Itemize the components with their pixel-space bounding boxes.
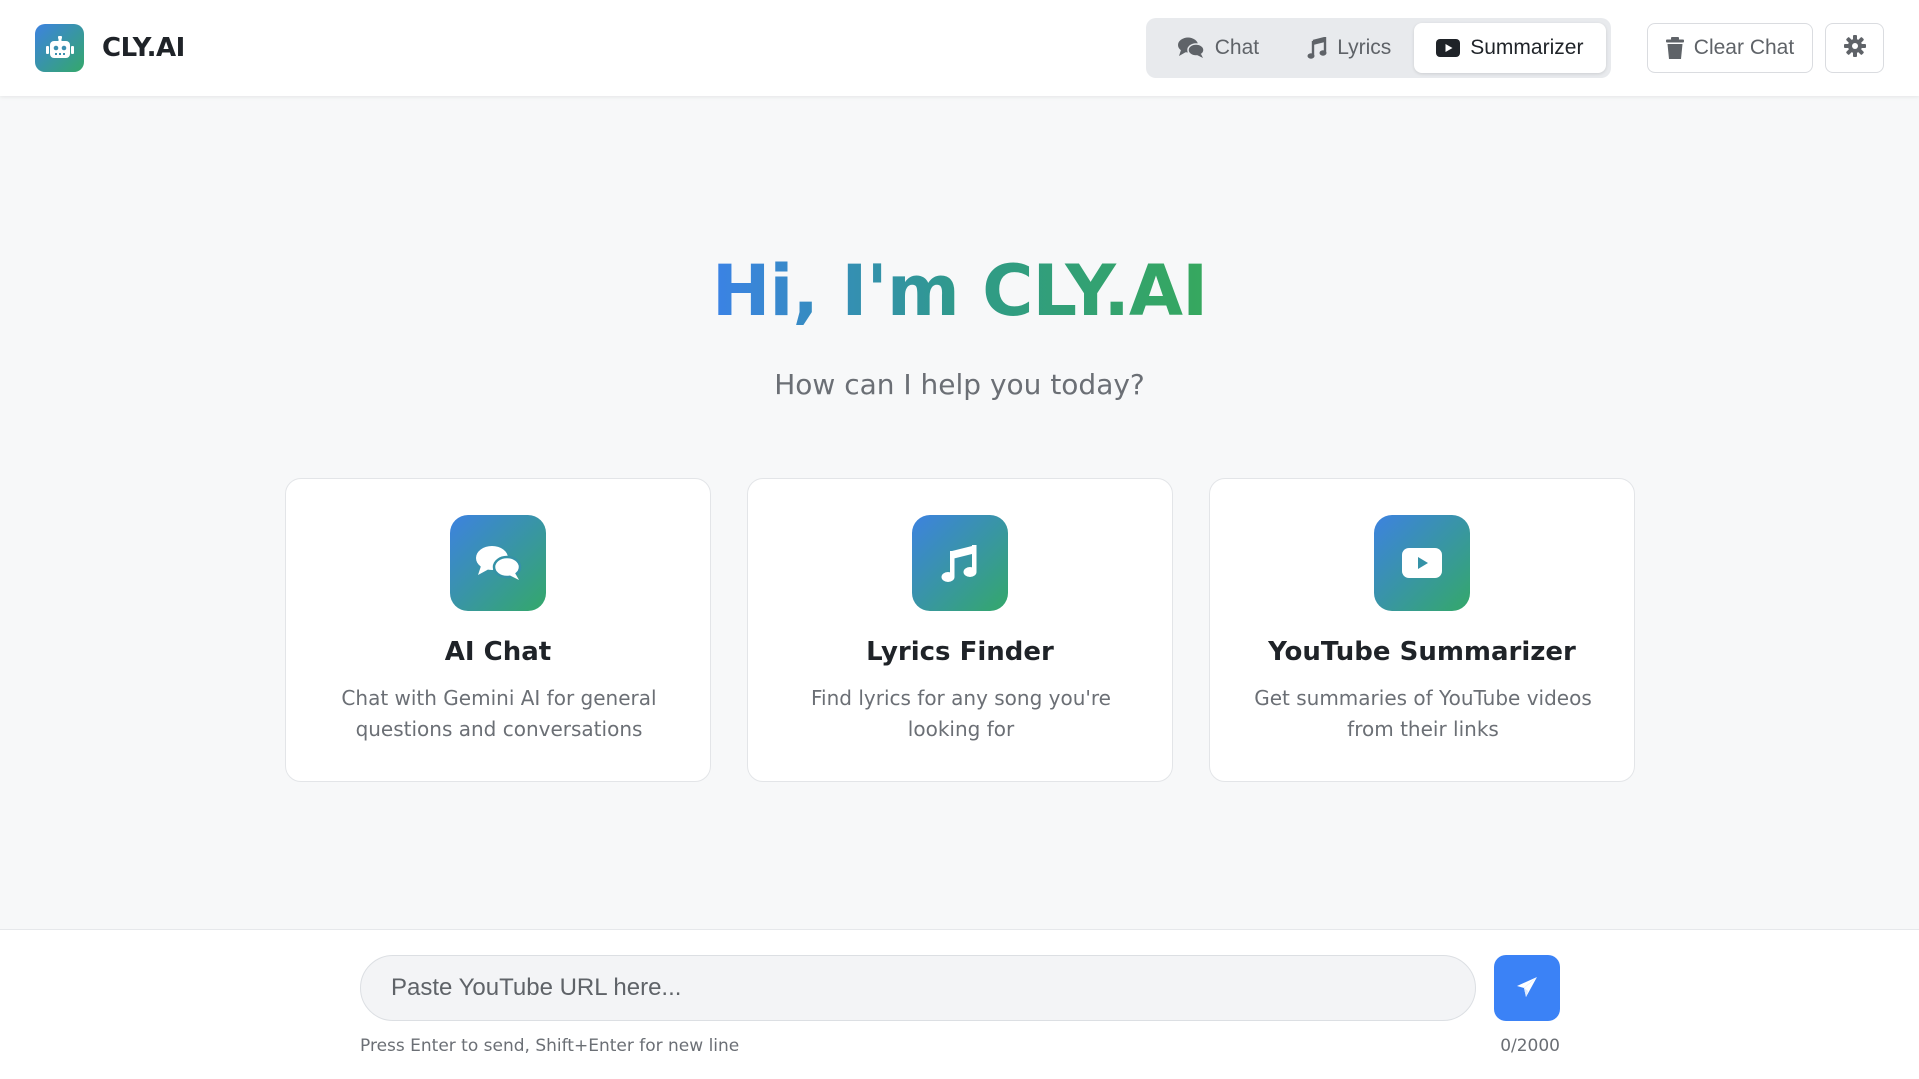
tab-summarizer-label: Summarizer bbox=[1470, 36, 1584, 59]
hero-title: Hi, I'm CLY.AI bbox=[0, 250, 1919, 332]
settings-button[interactable] bbox=[1825, 23, 1884, 73]
brand-name: CLY.AI bbox=[102, 33, 185, 63]
robot-icon bbox=[35, 24, 84, 72]
card-title: Lyrics Finder bbox=[866, 637, 1054, 667]
send-button[interactable] bbox=[1494, 955, 1560, 1021]
tab-chat-label: Chat bbox=[1214, 36, 1260, 59]
hero-subtitle: How can I help you today? bbox=[774, 368, 1145, 401]
card-description: Find lyrics for any song you're looking … bbox=[811, 686, 1111, 741]
clear-chat-button[interactable]: Clear Chat bbox=[1647, 23, 1813, 73]
card-description: Get summaries of YouTube videos from the… bbox=[1254, 686, 1592, 741]
card-title: YouTube Summarizer bbox=[1268, 637, 1576, 667]
trash-icon bbox=[1665, 37, 1684, 59]
feature-card-lyrics-finder[interactable]: Lyrics Finder Find lyrics for any song y… bbox=[747, 478, 1173, 782]
gear-icon bbox=[1843, 34, 1866, 62]
card-title: AI Chat bbox=[444, 637, 552, 667]
tab-chat[interactable]: Chat bbox=[1151, 23, 1285, 73]
chat-bubbles-icon bbox=[1177, 37, 1205, 59]
music-note-icon bbox=[912, 515, 1008, 611]
clear-chat-label: Clear Chat bbox=[1693, 36, 1795, 59]
youtube-icon bbox=[1374, 515, 1470, 611]
url-input[interactable] bbox=[360, 955, 1476, 1021]
music-note-icon bbox=[1307, 37, 1327, 59]
composer-bar: Press Enter to send, Shift+Enter for new… bbox=[0, 929, 1919, 1079]
card-description: Chat with Gemini AI for general question… bbox=[341, 686, 657, 741]
char-counter: 0/2000 bbox=[1500, 1036, 1560, 1056]
feature-card-youtube-summarizer[interactable]: YouTube Summarizer Get summaries of YouT… bbox=[1209, 478, 1635, 782]
hero-title-text: Hi, I'm CLY.AI bbox=[711, 250, 1208, 332]
chat-bubbles-icon bbox=[450, 515, 546, 611]
youtube-icon bbox=[1436, 39, 1461, 57]
paper-plane-icon bbox=[1516, 976, 1538, 1001]
input-hint: Press Enter to send, Shift+Enter for new… bbox=[360, 1036, 740, 1056]
tab-lyrics[interactable]: Lyrics bbox=[1285, 23, 1414, 73]
mode-tabs: Chat Lyrics Summarizer bbox=[1146, 18, 1611, 78]
tab-lyrics-label: Lyrics bbox=[1337, 36, 1392, 59]
feature-card-ai-chat[interactable]: AI Chat Chat with Gemini AI for general … bbox=[285, 478, 711, 782]
brand[interactable]: CLY.AI bbox=[35, 24, 185, 72]
top-header: CLY.AI Chat Lyrics Summarizer Clear Chat bbox=[0, 0, 1919, 96]
tab-summarizer[interactable]: Summarizer bbox=[1413, 23, 1606, 73]
